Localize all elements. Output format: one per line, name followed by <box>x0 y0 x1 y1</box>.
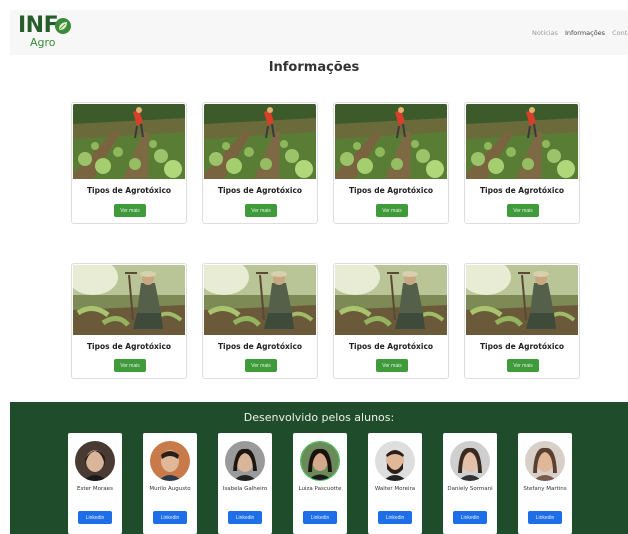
linkedin-button[interactable]: Linkedin <box>303 511 337 524</box>
card-title: Tipos de Agrotóxico <box>348 342 434 351</box>
card-title: Tipos de Agrotóxico <box>348 186 434 195</box>
linkedin-button[interactable]: Linkedin <box>228 511 262 524</box>
developer-card: Luiza Pascuotte Linkedin <box>293 433 347 534</box>
developer-name: Stefany Martins <box>523 486 567 492</box>
ver-mais-button[interactable]: Ver mais <box>376 359 408 372</box>
info-card: Tipos de Agrotóxico Ver mais <box>202 263 318 379</box>
card-image <box>204 265 316 335</box>
info-card: Tipos de Agrotóxico Ver mais <box>333 263 449 379</box>
avatar <box>225 441 265 481</box>
card-title: Tipos de Agrotóxico <box>217 342 303 351</box>
linkedin-button[interactable]: Linkedin <box>378 511 412 524</box>
ver-mais-button[interactable]: Ver mais <box>376 204 408 217</box>
ver-mais-button[interactable]: Ver mais <box>245 204 277 217</box>
developer-name: Daniely Sormani <box>447 486 493 492</box>
leaf-globe-icon <box>55 17 71 34</box>
card-title: Tipos de Agrotóxico <box>86 186 172 195</box>
info-card: Tipos de Agrotóxico Ver mais <box>464 263 580 379</box>
avatar <box>525 441 565 481</box>
developer-card: Daniely Sormani Linkedin <box>443 433 497 534</box>
info-card: Tipos de Agrotóxico Ver mais <box>464 102 580 224</box>
ver-mais-button[interactable]: Ver mais <box>245 359 277 372</box>
brand-logo[interactable]: INF Agro <box>18 13 78 53</box>
developer-name: Murilo Augusto <box>149 486 191 492</box>
developer-card: Walter Moreira Linkedin <box>368 433 422 534</box>
card-image <box>466 104 578 179</box>
linkedin-button[interactable]: Linkedin <box>528 511 562 524</box>
info-card: Tipos de Agrotóxico Ver mais <box>71 102 187 224</box>
nav-link-contato[interactable]: Contato <box>612 29 628 37</box>
nav-link-informacoes[interactable]: Informações <box>565 29 605 37</box>
info-card: Tipos de Agrotóxico Ver mais <box>71 263 187 379</box>
linkedin-button[interactable]: Linkedin <box>453 511 487 524</box>
brand-name-sub: Agro <box>30 35 56 49</box>
nav-links: Notícias Informações Contato <box>528 29 628 37</box>
developer-card: Stefany Martins Linkedin <box>518 433 572 534</box>
developer-card: Ester Moraes Linkedin <box>68 433 122 534</box>
ver-mais-button[interactable]: Ver mais <box>507 204 539 217</box>
card-image <box>73 104 185 179</box>
avatar <box>450 441 490 481</box>
developer-name: Luiza Pascuotte <box>298 486 342 492</box>
card-image <box>204 104 316 179</box>
card-title: Tipos de Agrotóxico <box>479 342 565 351</box>
footer: Desenvolvido pelos alunos: Ester Moraes … <box>10 402 628 534</box>
nav-link-noticias[interactable]: Notícias <box>532 29 558 37</box>
avatar <box>300 441 340 481</box>
developer-card: Isabela Galheiro Linkedin <box>218 433 272 534</box>
info-card: Tipos de Agrotóxico Ver mais <box>333 102 449 224</box>
card-title: Tipos de Agrotóxico <box>479 186 565 195</box>
info-card: Tipos de Agrotóxico Ver mais <box>202 102 318 224</box>
linkedin-button[interactable]: Linkedin <box>78 511 112 524</box>
developer-name: Walter Moreira <box>374 486 416 492</box>
developer-card: Murilo Augusto Linkedin <box>143 433 197 534</box>
card-image <box>73 265 185 335</box>
card-image <box>335 104 447 179</box>
developer-name: Isabela Galheiro <box>222 486 268 492</box>
card-title: Tipos de Agrotóxico <box>86 342 172 351</box>
card-title: Tipos de Agrotóxico <box>217 186 303 195</box>
card-image <box>335 265 447 335</box>
page-title: Informações <box>268 60 360 75</box>
avatar <box>150 441 190 481</box>
navbar: INF Agro Notícias Informações Contato <box>10 10 628 55</box>
footer-title: Desenvolvido pelos alunos: <box>243 411 395 424</box>
card-image <box>466 265 578 335</box>
ver-mais-button[interactable]: Ver mais <box>507 359 539 372</box>
ver-mais-button[interactable]: Ver mais <box>114 204 146 217</box>
developer-name: Ester Moraes <box>77 486 113 492</box>
linkedin-button[interactable]: Linkedin <box>153 511 187 524</box>
avatar <box>375 441 415 481</box>
ver-mais-button[interactable]: Ver mais <box>114 359 146 372</box>
avatar <box>75 441 115 481</box>
